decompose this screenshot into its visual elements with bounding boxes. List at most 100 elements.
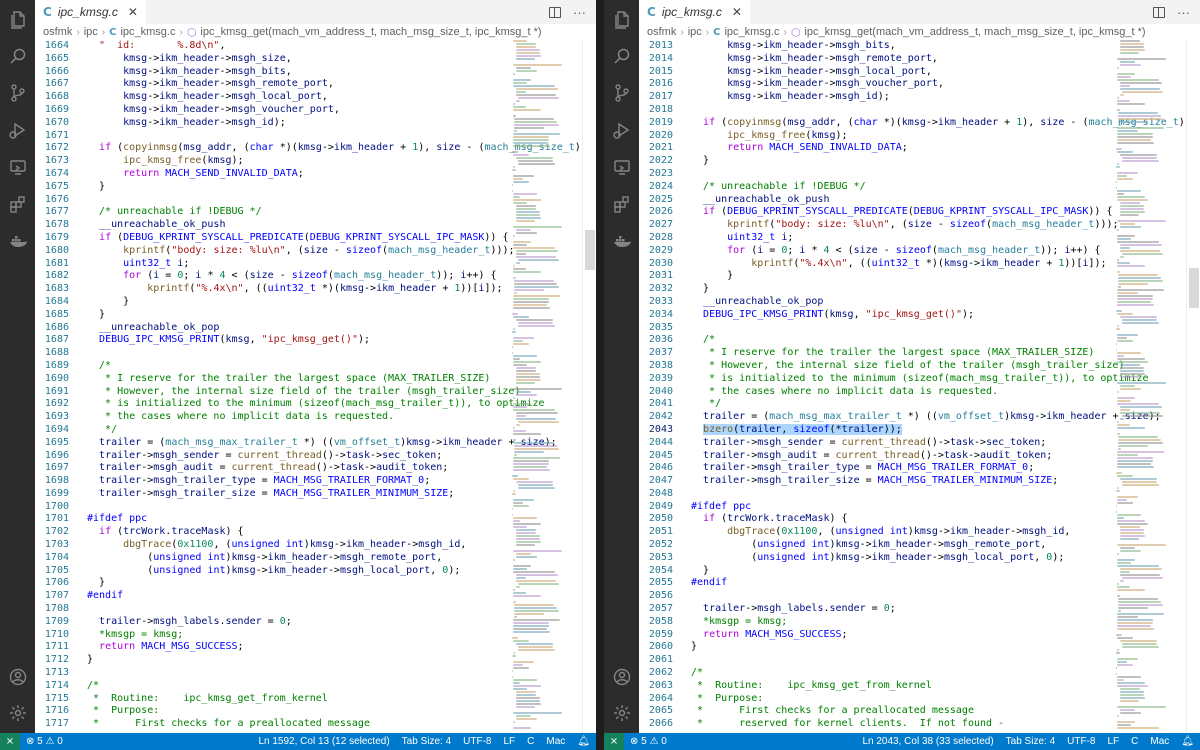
code-line[interactable]: 1694 */ xyxy=(35,424,117,437)
code-line[interactable]: 1696 trailer->msgh_sender = current_thre… xyxy=(35,450,442,463)
code-line[interactable]: 2035 xyxy=(639,322,673,335)
code-line[interactable]: 2013 kmsg->ikm_header->msgh_bits, xyxy=(639,40,896,53)
code-line[interactable]: 1687 DEBUG_IPC_KMSG_PRINT(kmsg, "ipc_kms… xyxy=(35,334,370,347)
code-line[interactable]: 1708 xyxy=(35,603,69,616)
cursor-position[interactable]: Ln 2043, Col 38 (33 selected) xyxy=(856,736,999,747)
code-line[interactable]: 1699 trailer->msgh_trailer_size = MACH_M… xyxy=(35,488,454,501)
minimap[interactable] xyxy=(1116,40,1186,733)
code-line[interactable]: 2061 xyxy=(639,654,673,667)
code-line[interactable]: 1715 * Routine: ipc_kmsg_get_from_kernel xyxy=(35,693,328,706)
code-line[interactable]: 1689 /* xyxy=(35,360,111,373)
code-line[interactable]: 2016 kmsg->ikm_header->msgh_voucher_port… xyxy=(639,78,944,91)
code-line[interactable]: 2033 __unreachable_ok_pop xyxy=(639,296,824,309)
breadcrumb-file[interactable]: ipc_kmsg.c xyxy=(120,26,175,38)
code-line[interactable]: 1703 dbgTrace(0x1100, (unsigned int)kmsg… xyxy=(35,539,467,552)
code-line[interactable]: 1713 xyxy=(35,667,69,680)
source-control-icon[interactable] xyxy=(7,82,29,104)
source-control-icon[interactable] xyxy=(611,82,633,104)
code-line[interactable]: 1709 trailer->msgh_labels.sender = 0; xyxy=(35,616,292,629)
code-line[interactable]: 2021 return MACH_SEND_INVALID_DATA; xyxy=(639,142,908,155)
code-line[interactable]: 2024 /* unreachable if !DEBUG */ xyxy=(639,181,866,194)
code-line[interactable]: 2030 kprintf("%.4x\n", ((uint32_t *)(kms… xyxy=(639,258,1107,271)
code-line[interactable]: 1705 (unsigned int)kmsg->ikm_header->msg… xyxy=(35,565,460,578)
minimap[interactable] xyxy=(512,40,582,733)
breadcrumb-symbol[interactable]: ipc_kmsg_get(mach_vm_address_t, mach_msg… xyxy=(200,26,541,38)
code-line[interactable]: 1707 #endif xyxy=(35,590,123,603)
account-icon[interactable] xyxy=(611,666,633,688)
code-line[interactable]: 1684 } xyxy=(35,296,129,309)
code-line[interactable]: 2046 trailer->msgh_trailer_type = MACH_M… xyxy=(639,462,1034,475)
remote-icon[interactable]: ⨯ xyxy=(604,733,624,750)
code-line[interactable]: 2028 uint32_t i; xyxy=(639,232,793,245)
code-line[interactable]: 1672 if (copyinmsg(msg_addr, (char *)(km… xyxy=(35,142,581,155)
code-line[interactable]: 2052 (unsigned int)kmsg->ikm_header->msg… xyxy=(639,539,1046,552)
platform[interactable]: Mac xyxy=(1144,736,1175,747)
breadcrumb-folder[interactable]: osfmk xyxy=(43,26,72,38)
remote-explorer-icon[interactable] xyxy=(611,156,633,178)
encoding[interactable]: UTF-8 xyxy=(1061,736,1101,747)
code-line[interactable]: 2038 * However, the internal size field … xyxy=(639,360,1125,373)
code-line[interactable]: 2043 bzero(trailer, sizeof(*trailer)); xyxy=(639,423,902,437)
code-line[interactable]: 2032 } xyxy=(639,283,709,296)
code-line[interactable]: 2063 * Routine: ipc_kmsg_get_from_kernel xyxy=(639,680,932,693)
code-line[interactable]: 1717 * First checks for a preallocated m… xyxy=(35,718,370,731)
docker-icon[interactable] xyxy=(611,230,633,252)
code-line[interactable]: 1682 for (i = 0; i * 4 < (size - sizeof(… xyxy=(35,270,497,283)
code-line[interactable]: 1673 ipc_kmsg_free(kmsg); xyxy=(35,155,244,168)
tab-size[interactable]: Tab Size: 4 xyxy=(396,736,457,747)
code-lines[interactable]: 2013 kmsg->ikm_header->msgh_bits, 2014 km… xyxy=(639,40,1185,731)
search-icon[interactable] xyxy=(611,45,633,67)
extensions-icon[interactable] xyxy=(7,193,29,215)
code-line[interactable]: 2065 * First checks for a preallocated m… xyxy=(639,705,974,718)
code-line[interactable]: 1690 * I reserve for the trailer the lar… xyxy=(35,373,490,386)
code-line[interactable]: 2022 } xyxy=(639,155,709,168)
code-line[interactable]: 1674 return MACH_SEND_INVALID_DATA; xyxy=(35,168,304,181)
code-line[interactable]: 2037 * I reserve for the trailer the lar… xyxy=(639,347,1094,360)
code-line[interactable]: 2058 *kmsgp = kmsg; xyxy=(639,616,787,629)
code-line[interactable]: 1683 kprintf("%.4x\n", ((uint32_t *)(kms… xyxy=(35,283,503,296)
bell-icon[interactable]: 🔔︎ xyxy=(571,736,596,747)
breadcrumb-folder[interactable]: osfmk xyxy=(647,26,676,38)
code-line[interactable]: 1669 kmsg->ikm_header->msgh_voucher_port… xyxy=(35,104,340,117)
code-line[interactable]: 1697 trailer->msgh_audit = current_threa… xyxy=(35,462,448,475)
code-line[interactable]: 2045 trailer->msgh_audit = current_threa… xyxy=(639,450,1052,463)
tab-size[interactable]: Tab Size: 4 xyxy=(1000,736,1061,747)
code-line[interactable]: 2059 return MACH_MSG_SUCCESS; xyxy=(639,629,848,642)
code-line[interactable]: 1711 return MACH_MSG_SUCCESS; xyxy=(35,641,244,654)
code-line[interactable]: 1680 kprintf("body: size: %lu\n", (size … xyxy=(35,245,515,258)
breadcrumb-folder2[interactable]: ipc xyxy=(84,26,98,38)
vertical-scrollbar[interactable] xyxy=(582,40,596,733)
code-line[interactable]: 2055 #endif xyxy=(639,577,727,590)
code-line[interactable]: 2019 if (copyinmsg(msg_addr, (char *)(km… xyxy=(639,117,1185,130)
code-line[interactable]: 1712} xyxy=(35,654,93,667)
code-line[interactable]: 2029 for (i = 0; i * 4 < (size - sizeof(… xyxy=(639,245,1101,258)
code-line[interactable]: 1716 * Purpose: xyxy=(35,705,159,718)
end-of-line[interactable]: LF xyxy=(497,736,521,747)
code-line[interactable]: 1676 xyxy=(35,194,69,207)
code-line[interactable]: 2054 } xyxy=(639,565,709,578)
code-line[interactable]: 2066 * reserved for kernel clients. If n… xyxy=(639,718,1004,731)
gear-icon[interactable] xyxy=(7,702,29,724)
code-line[interactable]: 2040 * the cases where no implicit data … xyxy=(639,386,998,399)
code-line[interactable]: 1667 kmsg->ikm_header->msgh_remote_port, xyxy=(35,78,334,91)
code-line[interactable]: 2053 (unsigned int)kmsg->ikm_header->msg… xyxy=(639,552,1064,565)
code-line[interactable]: 1693 * the cases where no implicit data … xyxy=(35,411,394,424)
run-debug-icon[interactable] xyxy=(611,119,633,141)
code-line[interactable]: 1668 kmsg->ikm_header->msgh_local_port, xyxy=(35,91,328,104)
tab-ipc-kmsg[interactable]: C ipc_kmsg.c ✕ xyxy=(639,0,750,24)
code-line[interactable]: 2057 trailer->msgh_labels.sender = 0; xyxy=(639,603,896,616)
code-line[interactable]: 2039 * is initialized to the minimum (si… xyxy=(639,373,1149,386)
vertical-scrollbar[interactable] xyxy=(1186,40,1200,733)
code-line[interactable]: 1685 } xyxy=(35,309,105,322)
code-line[interactable]: 1710 *kmsgp = kmsg; xyxy=(35,629,183,642)
language-mode[interactable]: C xyxy=(521,736,540,747)
files-icon[interactable] xyxy=(7,8,29,30)
code-line[interactable]: 2027 kprintf("body: size: %lu\n", (size … xyxy=(639,219,1119,232)
code-line[interactable]: 2020 ipc_kmsg_free(kmsg); xyxy=(639,130,848,143)
problems-count[interactable]: ⊗ 5 ⚠ 0 xyxy=(20,736,69,747)
code-line[interactable]: 1695 trailer = (mach_msg_max_trailer_t *… xyxy=(35,437,557,450)
code-line[interactable]: 1688 xyxy=(35,347,69,360)
code-line[interactable]: 2049 #ifdef ppc xyxy=(639,501,751,514)
files-icon[interactable] xyxy=(611,8,633,30)
encoding[interactable]: UTF-8 xyxy=(457,736,497,747)
